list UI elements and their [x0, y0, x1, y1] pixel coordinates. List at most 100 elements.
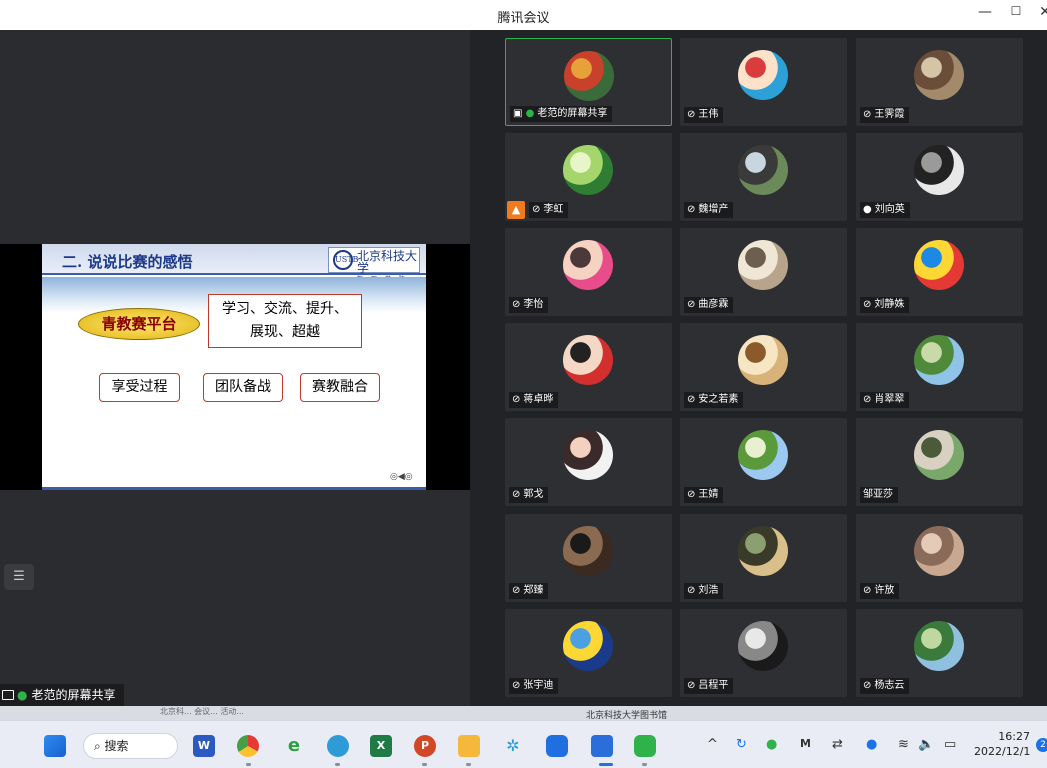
mic-muted-icon: ⊘ — [863, 585, 872, 596]
tray-mic-icon[interactable]: ● — [866, 737, 877, 752]
university-logo: USTB 北京科技大学 数 理 学 院 — [328, 247, 420, 283]
search-label: 搜索 — [104, 739, 129, 753]
participant-tile[interactable]: ⊘ 刘静姝 — [856, 228, 1023, 316]
mic-muted-icon: ⊘ — [512, 299, 521, 310]
slide-footer-bar — [42, 487, 426, 490]
participant-tile[interactable]: ⊘ 郑臻 — [505, 514, 672, 602]
participant-name: 王伟 — [698, 109, 719, 120]
participant-tile[interactable]: ⊘ 王婧 — [680, 418, 847, 506]
box-line-2: 展现、超越 — [250, 324, 320, 340]
participant-avatar — [564, 51, 614, 101]
participant-name-label: ⊘ 魏增产 — [684, 202, 734, 218]
notification-badge[interactable]: 2 — [1036, 738, 1047, 752]
tray-settings-icon[interactable]: ⇄ — [832, 737, 843, 752]
participant-tile[interactable]: ⊘ 张宇迪 — [505, 609, 672, 697]
mic-on-icon: ● — [863, 204, 872, 215]
participant-name-label: ⊘ 李虹 — [529, 202, 569, 218]
wechat-icon[interactable] — [634, 735, 656, 757]
participant-avatar — [563, 240, 613, 290]
running-indicator — [422, 763, 427, 766]
app-cube-icon[interactable] — [546, 735, 568, 757]
running-indicator — [335, 763, 340, 766]
participant-name-label: ⊘ 郭戈 — [509, 487, 549, 503]
close-button[interactable]: ✕ — [1033, 4, 1047, 20]
participant-name: 杨志云 — [874, 680, 905, 691]
participant-tile[interactable]: 邹亚莎 — [856, 418, 1023, 506]
screen-share-icon — [2, 690, 14, 700]
minimize-button[interactable]: — — [973, 4, 997, 20]
participant-tile[interactable]: ⊘ 王伟 — [680, 38, 847, 126]
mic-muted-icon: ⊘ — [863, 680, 872, 691]
clock-date: 2022/12/1 — [974, 745, 1031, 758]
participant-avatar — [914, 430, 964, 480]
battery-icon[interactable]: ▭ — [944, 737, 956, 752]
window-title: 腾讯会议 — [497, 11, 550, 26]
participant-grid: ▣ ● 老范的屏幕共享 ⊘ 王伟 ⊘ 王霁霞 ▲ ⊘ 李虹 ⊘ 魏增产 ● 刘向英 ⊘ 李怡 ⊘ 曲彦霖 ⊘ 刘静姝… — [470, 30, 1047, 706]
tray-sync-icon[interactable]: ↻ — [736, 737, 747, 752]
participant-avatar — [738, 240, 788, 290]
maximize-button[interactable]: ☐ — [1004, 4, 1028, 18]
participant-name: 李虹 — [543, 204, 564, 215]
participant-tile[interactable]: ⊘ 刘浩 — [680, 514, 847, 602]
participant-tile[interactable]: ⊘ 李怡 — [505, 228, 672, 316]
screen-share-name: 老范的屏幕共享 — [31, 688, 116, 702]
tray-app-icon[interactable]: ● — [766, 737, 777, 752]
windows-start-icon[interactable] — [44, 735, 66, 757]
slide-box-fusion: 赛教融合 — [300, 373, 380, 402]
tencent-meeting-icon[interactable] — [591, 735, 613, 757]
mic-muted-icon: ⊘ — [687, 489, 696, 500]
participant-tile[interactable]: ⊘ 许放 — [856, 514, 1023, 602]
background-window-text-left: 北京科... 会议... 活动... — [160, 707, 244, 716]
system-clock[interactable]: 16:27 2022/12/1 — [974, 729, 1030, 759]
participant-tile[interactable]: ⊘ 郭戈 — [505, 418, 672, 506]
slide-header: 二. 说说比赛的感悟 USTB 北京科技大学 数 理 学 院 — [42, 244, 426, 283]
platform-pill: 青教赛平台 — [78, 308, 200, 340]
participant-tile[interactable]: ▲ ⊘ 李虹 — [505, 133, 672, 221]
participant-name-label: ⊘ 刘浩 — [684, 583, 724, 599]
running-indicator — [466, 763, 471, 766]
mic-muted-icon: ⊘ — [687, 109, 696, 120]
participant-tile[interactable]: ⊘ 杨志云 — [856, 609, 1023, 697]
ie-browser-icon[interactable]: e — [283, 735, 305, 757]
tray-chevron-icon[interactable]: ^ — [707, 737, 718, 752]
participant-tile[interactable]: ⊘ 王霁霞 — [856, 38, 1023, 126]
app-swirl-icon[interactable]: ✲ — [502, 735, 524, 757]
member-list-icon[interactable]: ☰ — [4, 564, 34, 590]
slide-box-enjoy: 享受过程 — [99, 373, 180, 402]
participant-avatar — [914, 145, 964, 195]
tray-input-icon[interactable]: M — [800, 737, 811, 750]
slide-title: 二. 说说比赛的感悟 — [62, 253, 193, 271]
participant-name-label: ▣ ● 老范的屏幕共享 — [510, 106, 613, 122]
participant-name-label: ⊘ 郑臻 — [509, 583, 549, 599]
excel-icon[interactable]: X — [370, 735, 392, 757]
taskbar-search[interactable]: ⌕ 搜索 — [83, 733, 178, 759]
participant-avatar — [738, 526, 788, 576]
logo-main-text: 北京科技大学 — [357, 249, 418, 275]
participant-tile[interactable]: ⊘ 安之若素 — [680, 323, 847, 411]
mic-muted-icon: ⊘ — [687, 585, 696, 596]
participant-tile[interactable]: ⊘ 魏增产 — [680, 133, 847, 221]
participant-tile[interactable]: ▣ ● 老范的屏幕共享 — [505, 38, 672, 126]
participant-tile[interactable]: ⊘ 肖翠翠 — [856, 323, 1023, 411]
participant-name-label: ⊘ 杨志云 — [860, 678, 910, 694]
participant-name: 老范的屏幕共享 — [537, 108, 608, 119]
chrome-icon[interactable] — [237, 735, 259, 757]
volume-icon[interactable]: 🔈 — [918, 737, 934, 752]
powerpoint-icon[interactable]: P — [414, 735, 436, 757]
wifi-icon[interactable]: ≋ — [898, 737, 909, 752]
participant-tile[interactable]: ⊘ 蒋卓晔 — [505, 323, 672, 411]
participant-avatar — [563, 430, 613, 480]
qq-browser-icon[interactable] — [327, 735, 349, 757]
participant-name: 刘浩 — [698, 585, 719, 596]
participant-name-label: ⊘ 王霁霞 — [860, 107, 910, 123]
title-bar: 腾讯会议 — ☐ ✕ — [0, 0, 1047, 30]
growth-text-box: 学习、交流、提升、 展现、超越 — [208, 294, 362, 348]
mic-muted-icon: ⊘ — [532, 204, 541, 215]
file-explorer-icon[interactable] — [458, 735, 480, 757]
participant-tile[interactable]: ● 刘向英 — [856, 133, 1023, 221]
taskbar: ⌕ 搜索 W e X P ✲ ^ ↻ ● M ⇄ ● ≋ 🔈 ▭ 16:27 2… — [0, 720, 1047, 768]
participant-tile[interactable]: ⊘ 吕程平 — [680, 609, 847, 697]
participant-name-label: ⊘ 王婧 — [684, 487, 724, 503]
participant-tile[interactable]: ⊘ 曲彦霖 — [680, 228, 847, 316]
word-icon[interactable]: W — [193, 735, 215, 757]
